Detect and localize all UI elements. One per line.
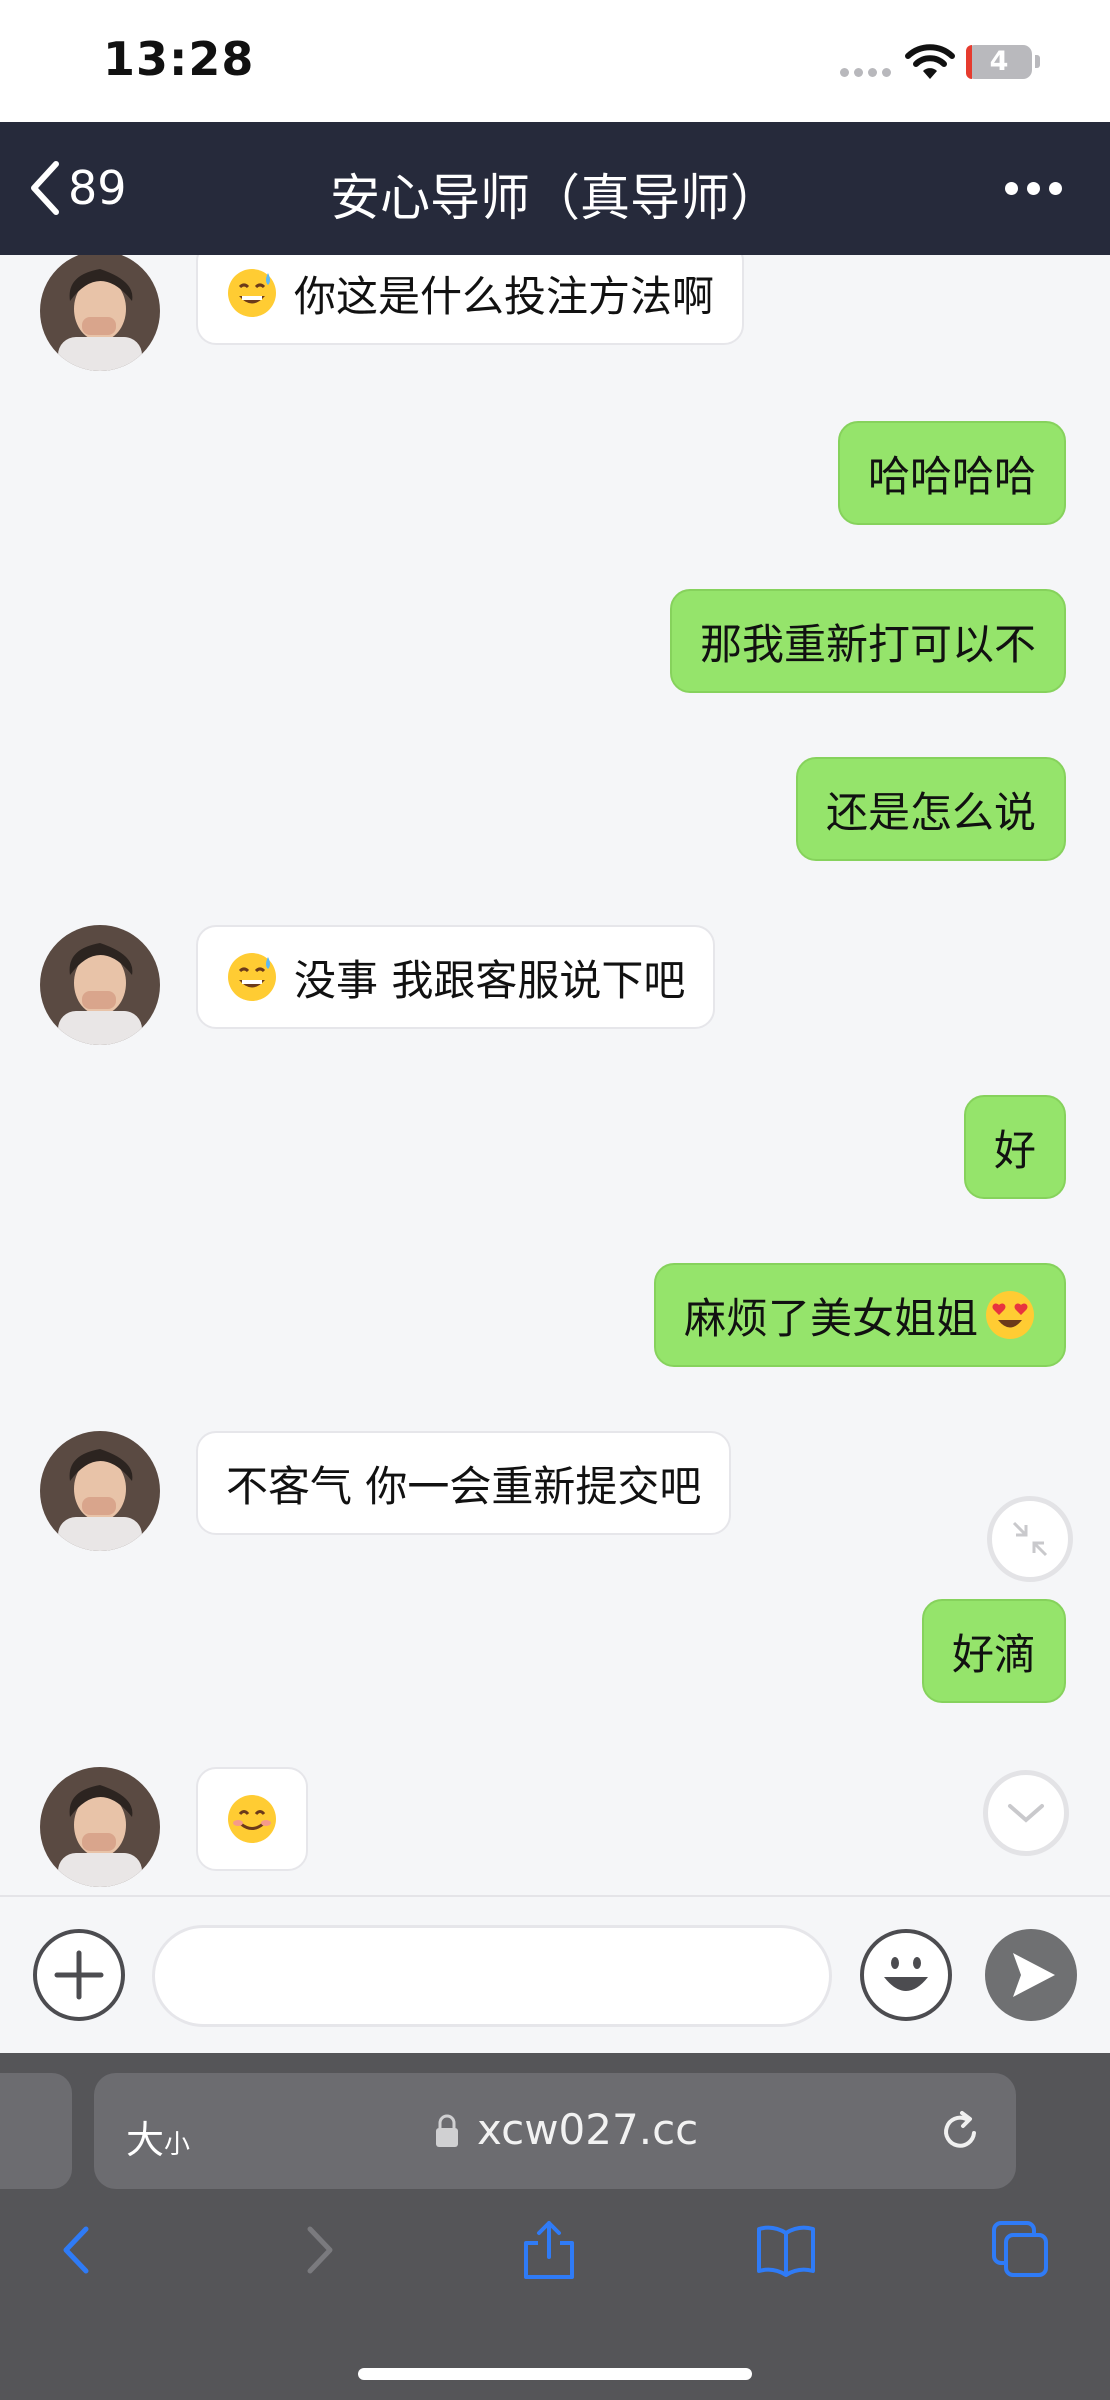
cellular-signal-icon (840, 68, 894, 78)
previous-tab-preview[interactable] (0, 2073, 72, 2189)
battery-icon: 4 (966, 45, 1032, 79)
battery-nub (1035, 55, 1040, 68)
incoming-message-bubble[interactable]: 你这是什么投注方法啊 (196, 255, 745, 345)
message-text: 麻烦了美女姐姐 (683, 1293, 978, 1343)
message-text: 还是怎么说 (825, 787, 1036, 837)
message-text: 那我重新打可以不 (699, 619, 1036, 669)
more-options-icon[interactable] (1005, 182, 1063, 196)
lock-icon (436, 2114, 458, 2147)
back-arrow-icon[interactable] (48, 2219, 110, 2281)
send-arrow-icon (1013, 1953, 1055, 1997)
emoji-button[interactable] (860, 1929, 952, 2021)
incoming-message-bubble[interactable]: 不客气 你一会重新提交吧 (196, 1431, 732, 1535)
battery-level: 4 (989, 46, 1009, 77)
send-button[interactable] (985, 1929, 1077, 2021)
browser-toolbar: 大小 xcw027.cc (0, 2053, 1110, 2400)
url-text: xcw027.cc (477, 2105, 699, 2154)
message-list[interactable]: 你这是什么投注方法啊 哈哈哈哈 那我重新打可以不 还是怎么说 没事 我跟客服说下… (0, 255, 1110, 1895)
collapse-arrows-icon (1012, 1521, 1048, 1557)
home-indicator (358, 2368, 752, 2380)
message-text: 没事 我跟客服说下吧 (294, 955, 686, 1005)
contact-avatar[interactable] (40, 925, 160, 1045)
contact-avatar[interactable] (40, 1767, 160, 1887)
share-icon[interactable] (518, 2219, 580, 2281)
chevron-down-icon (1008, 1804, 1044, 1823)
outgoing-message-bubble[interactable]: 还是怎么说 (795, 757, 1066, 861)
incoming-message-bubble[interactable] (196, 1767, 308, 1871)
bookmarks-icon[interactable] (755, 2219, 817, 2281)
contact-avatar[interactable] (40, 255, 160, 371)
forward-arrow-icon[interactable] (286, 2219, 348, 2281)
status-bar: 13:28 4 (0, 0, 1110, 122)
outgoing-message-bubble[interactable]: 哈哈哈哈 (837, 421, 1066, 525)
message-text: 哈哈哈哈 (867, 451, 1036, 501)
contact-avatar[interactable] (40, 1431, 160, 1551)
message-text: 不客气 你一会重新提交吧 (226, 1461, 702, 1511)
attach-button[interactable] (33, 1929, 125, 2021)
tabs-icon[interactable] (990, 2219, 1052, 2281)
sweat-smile-emoji-icon (228, 269, 276, 317)
scroll-to-bottom-button[interactable] (983, 1770, 1069, 1856)
reload-icon[interactable] (938, 2109, 982, 2153)
address-bar[interactable]: 大小 xcw027.cc (94, 2073, 1016, 2189)
outgoing-message-bubble[interactable]: 好滴 (921, 1599, 1066, 1703)
message-input[interactable] (152, 1925, 832, 2027)
smiley-icon (884, 1957, 928, 1991)
message-text: 好滴 (951, 1629, 1036, 1679)
outgoing-message-bubble[interactable]: 好 (963, 1095, 1066, 1199)
collapse-button[interactable] (987, 1496, 1073, 1582)
message-text: 好 (993, 1125, 1036, 1175)
heart-eyes-emoji-icon (986, 1291, 1034, 1339)
plus-icon (54, 1950, 104, 2000)
outgoing-message-bubble[interactable]: 麻烦了美女姐姐 (653, 1263, 1066, 1367)
wifi-icon (905, 44, 955, 79)
incoming-message-bubble[interactable]: 没事 我跟客服说下吧 (196, 925, 716, 1029)
outgoing-message-bubble[interactable]: 那我重新打可以不 (669, 589, 1066, 693)
chat-header: 89 安心导师（真导师） (0, 122, 1110, 255)
status-time: 13:28 (103, 32, 255, 86)
text-size-button[interactable]: 大小 (126, 2109, 190, 2164)
sweat-smile-emoji-icon (228, 953, 276, 1001)
chat-title: 安心导师（真导师） (330, 169, 780, 227)
message-text: 你这是什么投注方法啊 (294, 271, 715, 321)
message-composer (0, 1895, 1110, 2055)
smile-emoji-icon (228, 1795, 276, 1843)
